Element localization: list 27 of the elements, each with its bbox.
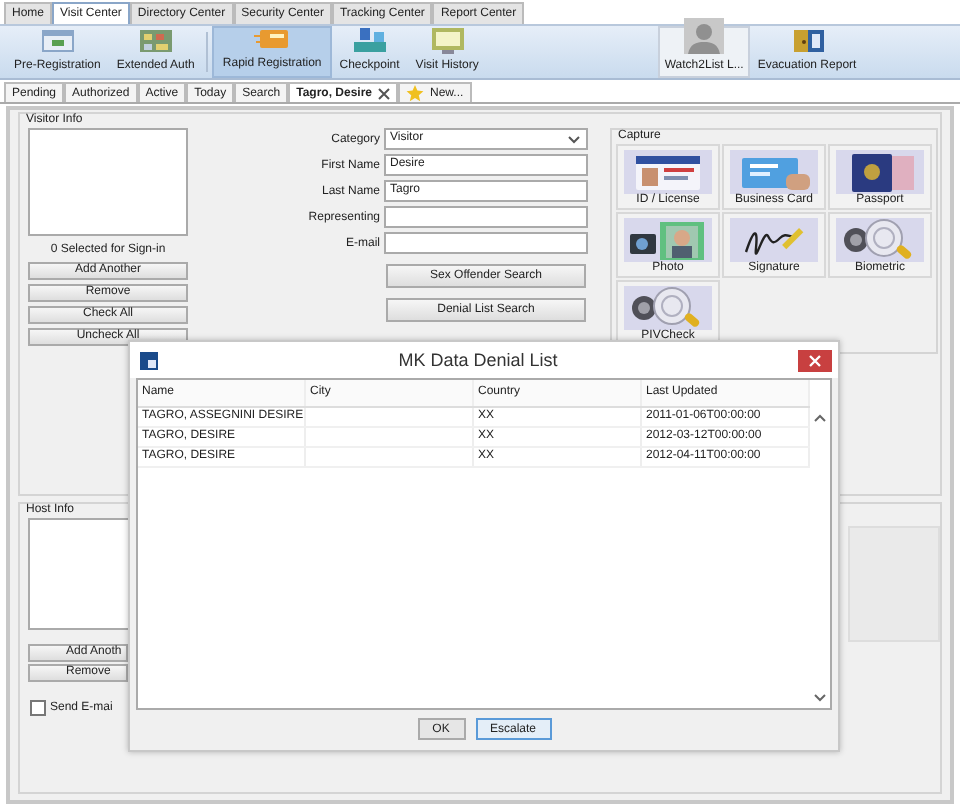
checkbox[interactable]: [30, 700, 46, 716]
grid-icon: [137, 26, 174, 54]
camera-icon: [624, 218, 712, 262]
input-field[interactable]: [384, 232, 588, 254]
scroll-down-icon[interactable]: [814, 694, 826, 702]
id-card-icon: [624, 150, 712, 194]
host-list[interactable]: [28, 518, 132, 630]
door-icon: [789, 26, 826, 54]
fingerprint-icon: [624, 286, 712, 330]
input-field[interactable]: [384, 206, 588, 228]
close-icon[interactable]: [378, 87, 390, 99]
scroll-up-icon[interactable]: [814, 414, 826, 422]
person-icon: [684, 18, 725, 54]
visitor-list[interactable]: [28, 128, 188, 236]
screen-icon: [429, 26, 466, 54]
desk-icon: [351, 26, 388, 54]
fingerprint-icon: [836, 218, 924, 262]
calendar-icon: [39, 26, 76, 54]
chevron-down-icon: [568, 135, 580, 143]
passport-icon: [836, 150, 924, 194]
star-icon: [406, 84, 424, 102]
business-card-icon: [730, 150, 818, 194]
dialog-title: MK Data Denial List: [396, 350, 560, 370]
card-icon: [254, 24, 291, 52]
app-icon: [140, 351, 158, 369]
close-icon[interactable]: [798, 349, 832, 371]
signature-icon: [730, 218, 818, 262]
